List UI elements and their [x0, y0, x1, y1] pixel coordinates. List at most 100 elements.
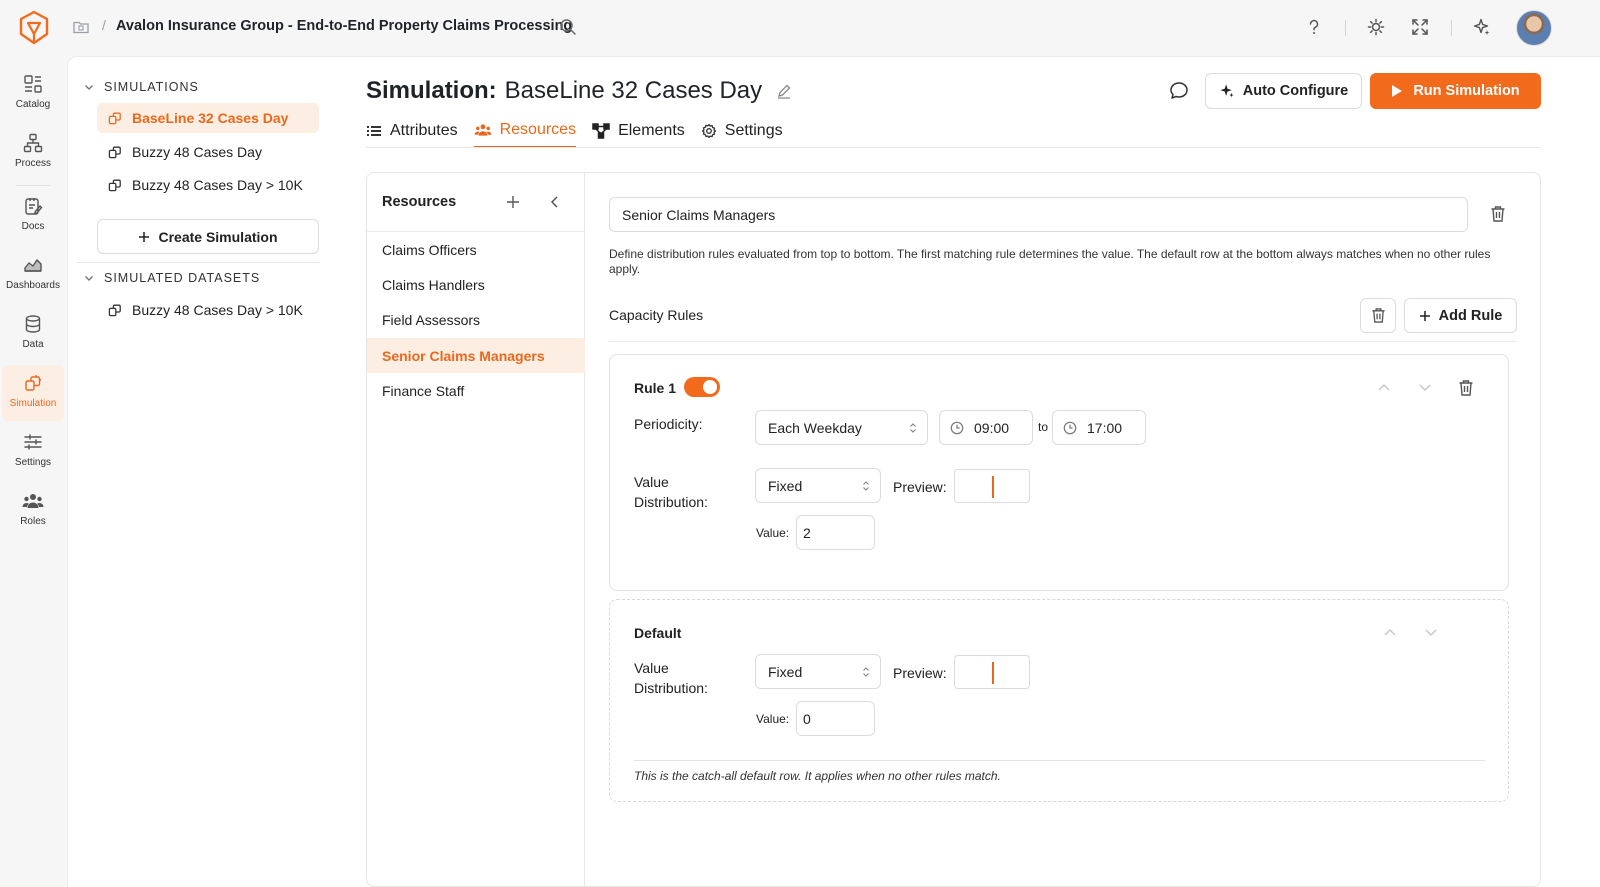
- resource-name-input[interactable]: Senior Claims Managers: [609, 197, 1468, 232]
- list-icon: [366, 124, 382, 138]
- simulations-heading: SIMULATIONS: [104, 80, 199, 94]
- catalog-icon: [2, 74, 64, 94]
- help-icon[interactable]: [1306, 18, 1322, 36]
- time-from-input[interactable]: 09:00: [939, 410, 1033, 445]
- value-distribution-label-line1: Value: [634, 660, 669, 676]
- value-label: Value:: [756, 712, 790, 726]
- user-avatar[interactable]: [1516, 10, 1552, 46]
- rail-label: Roles: [20, 516, 46, 527]
- chevron-down-icon[interactable]: [84, 273, 94, 283]
- default-value-input[interactable]: 0: [796, 701, 875, 736]
- rail-item-simulation[interactable]: Simulation: [2, 365, 64, 421]
- create-simulation-button[interactable]: Create Simulation: [97, 219, 319, 254]
- simulation-icon: [107, 177, 123, 193]
- simulation-icon: [107, 110, 123, 126]
- distribution-preview: [954, 469, 1030, 503]
- rail-item-docs[interactable]: Docs: [2, 196, 64, 232]
- fullscreen-icon[interactable]: [1411, 18, 1429, 36]
- add-resource-plus-icon[interactable]: [506, 195, 520, 209]
- auto-configure-button[interactable]: Auto Configure: [1205, 73, 1362, 109]
- theme-sun-icon[interactable]: [1367, 18, 1385, 36]
- simulation-label: Buzzy 48 Cases Day > 10K: [132, 177, 303, 193]
- edit-pencil-icon[interactable]: [776, 83, 792, 99]
- periodicity-select[interactable]: Each Weekday: [755, 410, 928, 445]
- clock-icon: [1063, 421, 1077, 435]
- page-title: Simulation: BaseLine 32 Cases Day: [366, 77, 792, 105]
- tab-attributes[interactable]: Attributes: [366, 116, 458, 148]
- simulation-item[interactable]: Buzzy 48 Cases Day: [97, 137, 319, 167]
- collapse-chevron-left-icon[interactable]: [549, 195, 561, 209]
- breadcrumb-title[interactable]: Avalon Insurance Group - End-to-End Prop…: [116, 18, 572, 34]
- rail-item-dashboards[interactable]: Dashboards: [2, 255, 64, 291]
- tab-resources[interactable]: Resources: [473, 116, 577, 148]
- resource-item[interactable]: Field Assessors: [367, 302, 585, 337]
- rail-label: Process: [14, 158, 52, 169]
- auto-configure-label: Auto Configure: [1242, 83, 1349, 99]
- rail-item-catalog[interactable]: Catalog: [2, 74, 64, 110]
- value-label: Value:: [756, 526, 790, 540]
- app-logo-icon[interactable]: [18, 10, 50, 46]
- resource-item[interactable]: Claims Officers: [367, 232, 585, 267]
- value-distribution-label-line2: Distribution:: [634, 494, 708, 510]
- delete-rules-button[interactable]: [1360, 298, 1396, 333]
- value-distribution-label: Value Distribution:: [634, 472, 708, 512]
- move-down-chevron-icon[interactable]: [1418, 383, 1432, 393]
- clock-icon: [950, 421, 964, 435]
- left-rail: Catalog Process Docs Dashboards Data Sim…: [0, 56, 67, 887]
- process-icon: [2, 133, 64, 153]
- delete-rule-trash-icon[interactable]: [1458, 379, 1474, 397]
- rail-item-settings[interactable]: Settings: [2, 432, 64, 468]
- comment-icon[interactable]: [1168, 80, 1190, 102]
- move-up-chevron-icon[interactable]: [1383, 627, 1397, 637]
- rail-item-roles[interactable]: Roles: [2, 491, 64, 527]
- simulation-label: BaseLine 32 Cases Day: [132, 110, 289, 126]
- capacity-divider: [609, 341, 1517, 342]
- rule-enabled-toggle[interactable]: [684, 377, 720, 397]
- resource-item[interactable]: Senior Claims Managers: [367, 338, 585, 373]
- move-up-chevron-icon[interactable]: [1377, 382, 1391, 392]
- sparkle-icon[interactable]: [1473, 18, 1491, 36]
- default-title: Default: [634, 625, 682, 641]
- rail-label: Simulation: [9, 398, 57, 409]
- simulation-icon: [107, 144, 123, 160]
- tab-label: Attributes: [390, 122, 458, 139]
- simulations-section-header[interactable]: SIMULATIONS: [84, 80, 199, 94]
- distribution-value: Fixed: [768, 663, 803, 680]
- folder-icon[interactable]: [72, 18, 90, 36]
- rail-item-process[interactable]: Process: [2, 133, 64, 169]
- page-title-label: Simulation:: [366, 77, 497, 104]
- resource-item[interactable]: Finance Staff: [367, 373, 585, 408]
- search-icon[interactable]: [559, 18, 577, 36]
- default-distribution-select[interactable]: Fixed: [755, 654, 881, 689]
- breadcrumb-separator: /: [102, 17, 106, 33]
- simulation-icon: [107, 302, 123, 318]
- resources-heading: Resources: [382, 194, 457, 210]
- time-to-input[interactable]: 17:00: [1052, 410, 1146, 445]
- dataset-item[interactable]: Buzzy 48 Cases Day > 10K: [97, 295, 319, 325]
- default-note: This is the catch-all default row. It ap…: [634, 769, 1001, 783]
- run-simulation-button[interactable]: Run Simulation: [1370, 73, 1541, 109]
- datasets-section-header[interactable]: SIMULATED DATASETS: [84, 271, 260, 285]
- top-divider: [1345, 20, 1346, 36]
- datasets-heading: SIMULATED DATASETS: [104, 271, 261, 285]
- rail-label: Docs: [21, 221, 45, 232]
- move-down-chevron-icon[interactable]: [1424, 628, 1438, 638]
- tab-elements[interactable]: Elements: [592, 116, 685, 148]
- value-input[interactable]: 2: [796, 515, 875, 550]
- chevron-down-icon[interactable]: [84, 82, 94, 92]
- distribution-select[interactable]: Fixed: [755, 468, 881, 503]
- simulation-label: Buzzy 48 Cases Day: [132, 144, 262, 160]
- delete-resource-trash-icon[interactable]: [1490, 205, 1506, 223]
- add-rule-button[interactable]: Add Rule: [1404, 298, 1517, 333]
- simulation-icon: [2, 373, 64, 393]
- value-distribution-label-line2: Distribution:: [634, 680, 708, 696]
- simulation-item[interactable]: BaseLine 32 Cases Day: [97, 103, 319, 133]
- tab-settings[interactable]: Settings: [701, 116, 783, 148]
- simulation-item[interactable]: Buzzy 48 Cases Day > 10K: [97, 170, 319, 200]
- plus-icon: [1419, 310, 1431, 322]
- rail-item-data[interactable]: Data: [2, 314, 64, 350]
- resource-item[interactable]: Claims Handlers: [367, 267, 585, 302]
- distribution-value: Fixed: [768, 477, 803, 494]
- time-range-separator: to: [1038, 420, 1049, 434]
- select-updown-icon: [909, 422, 917, 434]
